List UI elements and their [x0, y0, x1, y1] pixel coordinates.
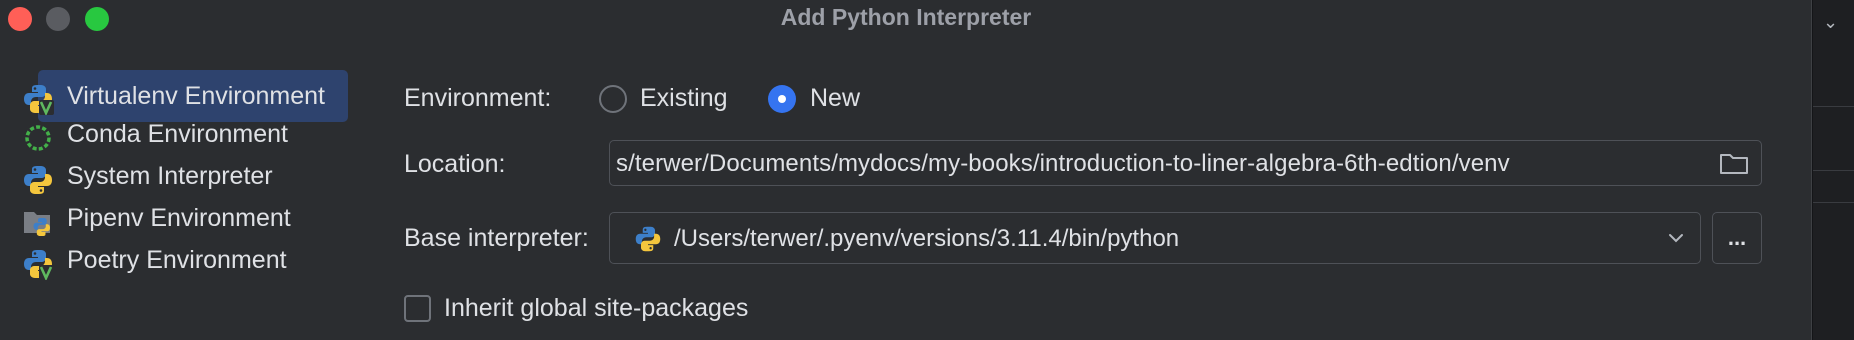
base-interpreter-label: Base interpreter:	[404, 224, 589, 252]
location-label: Location:	[404, 150, 506, 178]
base-interpreter-select[interactable]: /Users/terwer/.pyenv/versions/3.11.4/bin…	[609, 212, 1701, 264]
base-interpreter-value: /Users/terwer/.pyenv/versions/3.11.4/bin…	[674, 225, 1180, 252]
sidebar-item-label: Pipenv Environment	[67, 204, 291, 232]
sidebar-item-label: Poetry Environment	[67, 246, 287, 274]
divider	[1813, 106, 1854, 107]
radio-new-label[interactable]: New	[810, 84, 860, 113]
sidebar-item-poetry[interactable]: Poetry Environment	[0, 236, 350, 286]
chevron-down-icon[interactable]	[1666, 228, 1686, 248]
background-editor-strip: ⌄	[1813, 0, 1854, 340]
inherit-site-packages-label[interactable]: Inherit global site-packages	[444, 294, 748, 323]
python-icon	[635, 226, 661, 252]
location-field[interactable]: s/terwer/Documents/mydocs/my-books/intro…	[609, 140, 1762, 186]
divider	[1813, 170, 1854, 171]
poetry-icon	[24, 250, 54, 280]
python-icon	[24, 166, 52, 194]
location-input-value[interactable]: s/terwer/Documents/mydocs/my-books/intro…	[616, 150, 1510, 178]
sidebar-item-label: System Interpreter	[67, 162, 273, 190]
inherit-site-packages-checkbox[interactable]	[404, 295, 431, 322]
chevron-down-icon[interactable]: ⌄	[1823, 12, 1838, 33]
radio-existing-label[interactable]: Existing	[640, 84, 728, 113]
folder-icon[interactable]	[1719, 152, 1749, 176]
sidebar-item-label: Virtualenv Environment	[67, 82, 326, 110]
browse-interpreter-button[interactable]: ...	[1712, 212, 1762, 264]
radio-existing[interactable]	[599, 85, 627, 113]
sidebar-item-label: Conda Environment	[67, 120, 288, 148]
dialog-window: Add Python Interpreter Virtualenv Enviro…	[0, 0, 1812, 340]
divider	[1813, 202, 1854, 203]
radio-new[interactable]	[768, 85, 796, 113]
dialog-title: Add Python Interpreter	[780, 4, 1032, 30]
conda-icon	[25, 125, 51, 151]
environment-label: Environment:	[404, 84, 552, 112]
pipenv-icon	[24, 212, 50, 236]
